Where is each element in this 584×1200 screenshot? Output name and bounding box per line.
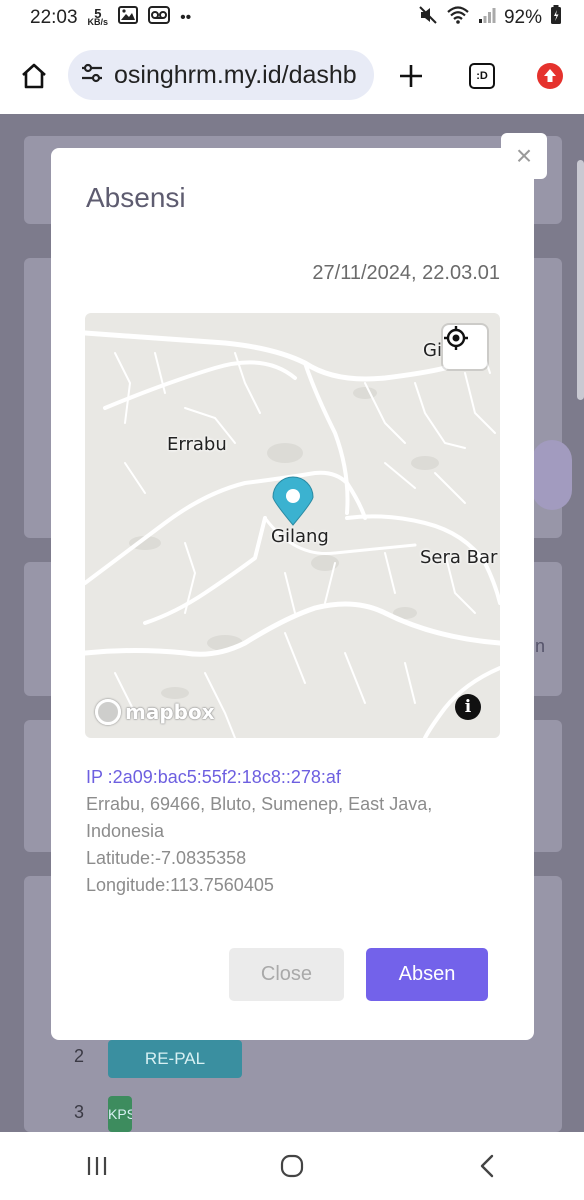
back-chevron-icon [480, 1154, 493, 1178]
location-map[interactable]: Errabu Gilang Sera Bar Gi in mapbox i [85, 313, 500, 738]
close-icon: × [515, 140, 533, 171]
mute-icon [418, 5, 438, 31]
location-info: IP :2a09:bac5:55f2:18c8::278:af Errabu, … [86, 764, 506, 899]
background-avatar [532, 440, 572, 510]
modal-close-x-button[interactable]: × [501, 133, 547, 179]
background-row-tag: KPS [108, 1096, 132, 1132]
background-side-text: n [535, 636, 546, 656]
modal-datetime: 27/11/2024, 22.03.01 [312, 262, 500, 284]
address-text: Errabu, 69466, Bluto, Sumenep, East Java… [86, 794, 433, 841]
new-tab-button[interactable] [391, 56, 431, 96]
status-left: 22:03 5 KB/s •• [30, 6, 191, 30]
background-row-tag-label: KPS [108, 1106, 132, 1122]
tabs-icon: :D [469, 63, 495, 89]
mapbox-mark-icon [95, 699, 121, 725]
android-nav-bar [0, 1132, 584, 1200]
gallery-icon [118, 6, 139, 30]
site-settings-icon[interactable] [80, 62, 104, 89]
geolocate-button[interactable] [443, 325, 487, 369]
mapbox-logo-text: mapbox [125, 700, 215, 724]
map-label-sera-bar: Sera Bar [420, 547, 498, 568]
address-bar[interactable]: osinghrm.my.id/dashb [68, 50, 374, 100]
voicemail-icon [148, 6, 171, 30]
more-notifications: •• [180, 9, 192, 26]
map-label-gilang: Gilang [271, 526, 329, 547]
update-button[interactable] [530, 56, 570, 96]
network-speed: 5 KB/s [87, 7, 109, 27]
attribution-info-button[interactable]: i [455, 694, 481, 720]
url-text[interactable]: osinghrm.my.id/dashb [114, 61, 357, 90]
plus-icon [400, 65, 422, 87]
map-label-errabu: Errabu [167, 434, 227, 455]
home-circle-icon [280, 1154, 304, 1178]
background-row-number: 3 [74, 1102, 85, 1122]
absensi-modal: Absensi 27/11/2024, 22.03.01 Errabu Gila… [51, 148, 534, 1040]
tabs-button[interactable]: :D [462, 56, 502, 96]
wifi-icon [446, 5, 470, 31]
signal-icon [478, 6, 496, 30]
recent-apps-button[interactable] [67, 1141, 127, 1191]
status-bar: 22:03 5 KB/s •• 92% [0, 0, 584, 36]
close-button[interactable]: Close [229, 948, 344, 1001]
back-button[interactable] [457, 1141, 517, 1191]
info-icon: i [464, 697, 472, 717]
recent-apps-icon [88, 1157, 107, 1175]
status-right: 92% [418, 5, 562, 31]
home-nav-button[interactable] [262, 1141, 322, 1191]
battery-percent: 92% [503, 7, 542, 28]
home-icon [22, 63, 46, 89]
background-row-tag-label: RE-PAL [144, 1049, 206, 1068]
location-pin [272, 476, 314, 526]
status-time: 22:03 [30, 7, 78, 28]
background-row-number: 2 [74, 1046, 85, 1066]
battery-icon [550, 5, 562, 31]
crosshair-icon [444, 326, 468, 350]
ip-address: IP :2a09:bac5:55f2:18c8::278:af [86, 767, 341, 787]
modal-title: Absensi [86, 182, 186, 213]
latitude-text: Latitude:-7.0835358 [86, 848, 247, 868]
network-speed-unit: KB/s [87, 17, 109, 27]
background-row-tag: RE-PAL [108, 1040, 242, 1078]
page-scrollbar[interactable] [577, 160, 584, 400]
tab-count: :D [476, 70, 488, 82]
browser-toolbar: osinghrm.my.id/dashb :D [0, 36, 584, 114]
absen-button[interactable]: Absen [366, 948, 488, 1001]
mapbox-logo[interactable]: mapbox [95, 699, 215, 725]
update-arrow-icon [537, 63, 563, 89]
longitude-text: Longitude:113.7560405 [86, 875, 274, 895]
home-button[interactable] [14, 56, 54, 96]
